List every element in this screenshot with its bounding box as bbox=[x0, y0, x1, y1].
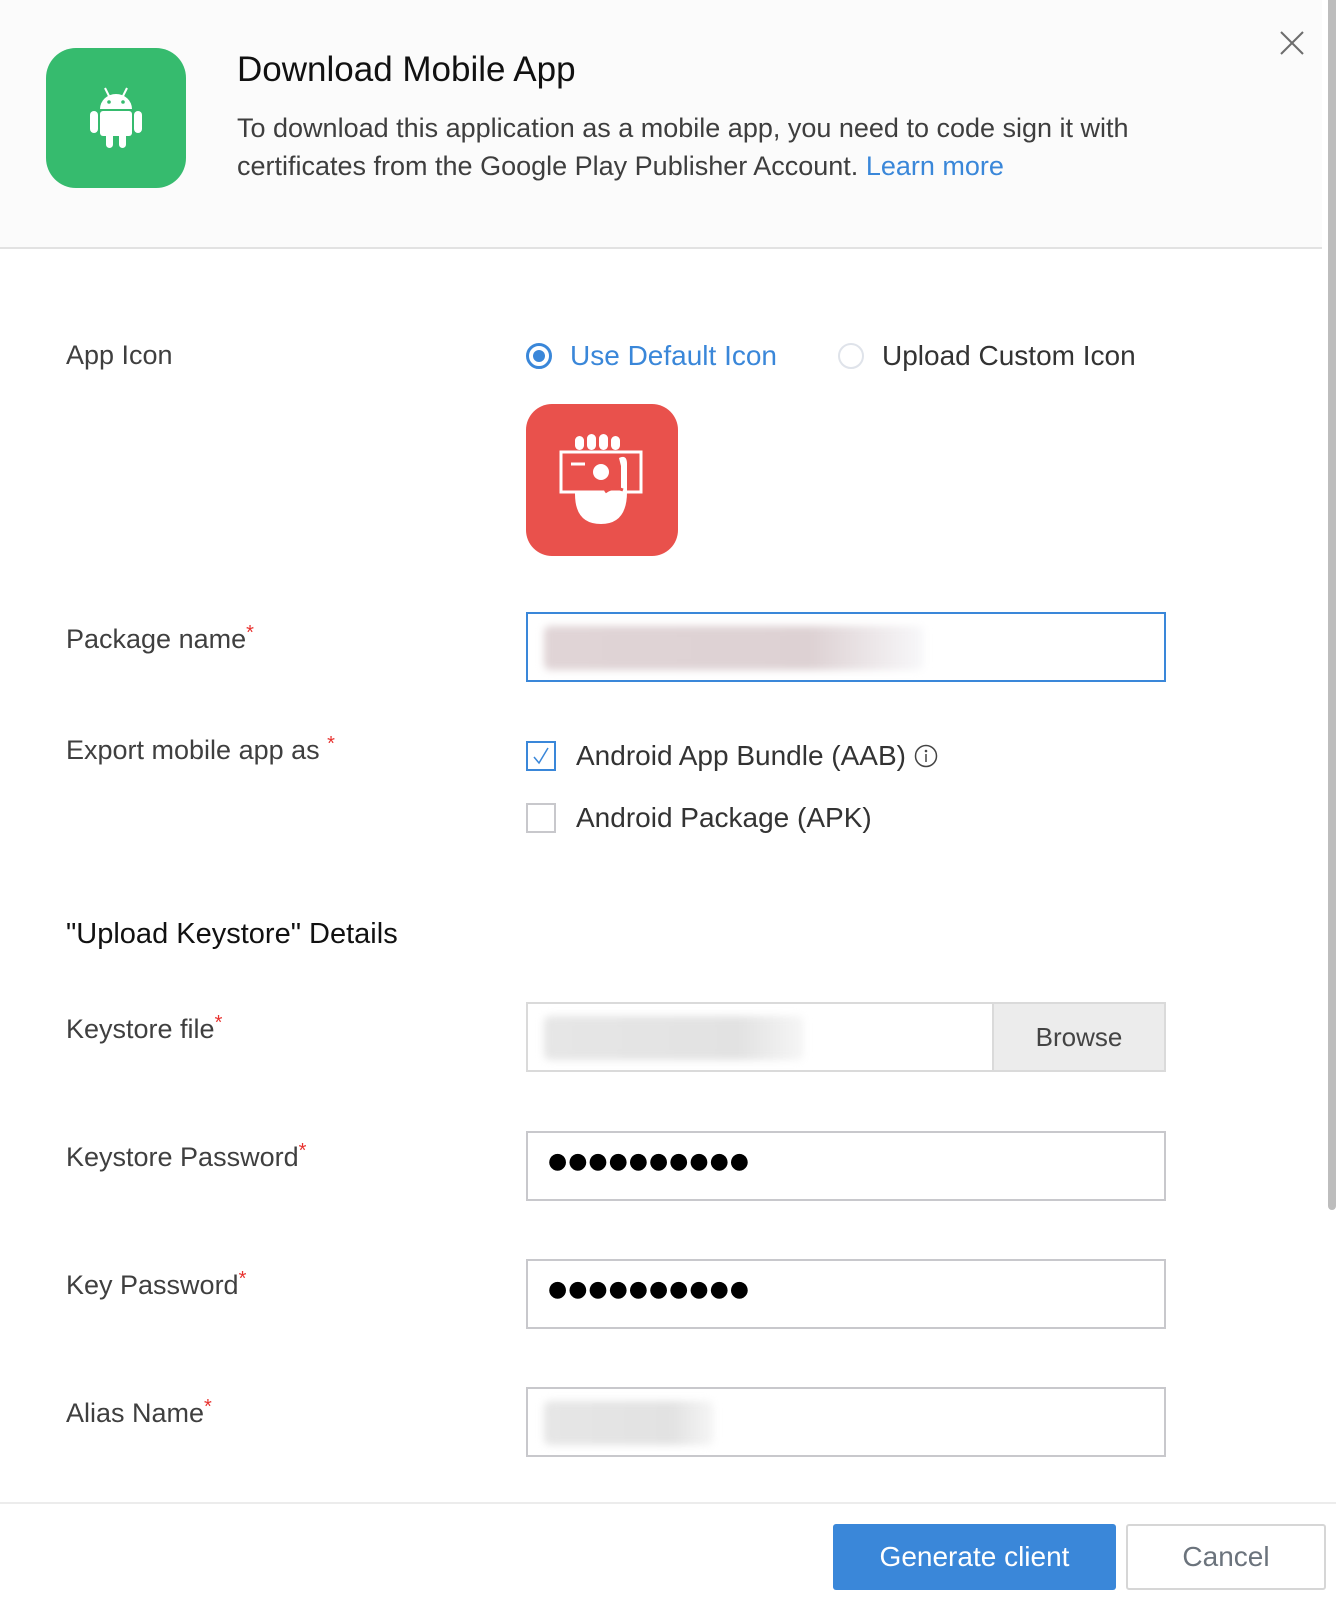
key-password-input[interactable]: ●●●●●●●●●● bbox=[526, 1259, 1166, 1329]
radio-unselected-indicator bbox=[838, 343, 864, 369]
scrollbar[interactable] bbox=[1328, 0, 1336, 1210]
info-icon[interactable] bbox=[914, 744, 938, 768]
cancel-button[interactable]: Cancel bbox=[1126, 1524, 1326, 1590]
radio-selected-indicator bbox=[526, 343, 552, 369]
keystore-file-label-text: Keystore file bbox=[66, 1014, 215, 1044]
required-marker: * bbox=[298, 1140, 307, 1162]
radio-use-default-icon[interactable]: Use Default Icon bbox=[526, 340, 777, 372]
alias-name-input[interactable] bbox=[526, 1387, 1166, 1457]
keystore-password-label: Keystore Password* bbox=[66, 1140, 307, 1173]
package-name-label-text: Package name bbox=[66, 624, 247, 654]
checkbox-unchecked bbox=[526, 803, 556, 833]
checkbox-apk[interactable]: Android Package (APK) bbox=[526, 802, 872, 834]
alias-name-label-text: Alias Name bbox=[66, 1398, 205, 1428]
dialog-description: To download this application as a mobile… bbox=[237, 109, 1137, 185]
hand-holding-money-icon bbox=[559, 434, 643, 524]
required-marker: * bbox=[214, 1012, 223, 1034]
required-marker: * bbox=[246, 622, 254, 644]
footer-divider bbox=[0, 1502, 1336, 1504]
close-button[interactable] bbox=[1277, 28, 1307, 58]
export-label: Export mobile app as * bbox=[66, 733, 335, 766]
checkbox-label: Android Package (APK) bbox=[576, 802, 872, 833]
keystore-file-input[interactable]: Browse bbox=[526, 1002, 1166, 1072]
radio-label: Use Default Icon bbox=[570, 340, 777, 371]
dialog-header: Download Mobile App To download this app… bbox=[0, 0, 1322, 249]
checkbox-label: Android App Bundle (AAB) bbox=[576, 740, 906, 771]
learn-more-link[interactable]: Learn more bbox=[866, 151, 1004, 181]
redacted-value bbox=[544, 1401, 714, 1445]
required-marker: * bbox=[204, 1396, 212, 1418]
export-label-text: Export mobile app as bbox=[66, 735, 320, 765]
android-icon bbox=[46, 48, 186, 188]
browse-button[interactable]: Browse bbox=[992, 1004, 1164, 1070]
radio-label: Upload Custom Icon bbox=[882, 340, 1136, 371]
alias-name-label: Alias Name* bbox=[66, 1396, 212, 1429]
generate-client-button[interactable]: Generate client bbox=[833, 1524, 1116, 1590]
key-password-label-text: Key Password bbox=[66, 1270, 239, 1300]
redacted-value bbox=[544, 1016, 804, 1060]
keystore-section-title: "Upload Keystore" Details bbox=[66, 918, 398, 950]
keystore-password-label-text: Keystore Password bbox=[66, 1142, 299, 1172]
checkbox-aab[interactable]: Android App Bundle (AAB) bbox=[526, 740, 938, 772]
redacted-value bbox=[544, 626, 924, 670]
masked-password: ●●●●●●●●●● bbox=[548, 1149, 750, 1174]
app-icon-preview bbox=[526, 404, 678, 556]
checkbox-checked bbox=[526, 741, 556, 771]
package-name-label: Package name* bbox=[66, 622, 254, 655]
close-icon bbox=[1280, 31, 1304, 55]
dialog-title: Download Mobile App bbox=[237, 50, 576, 89]
checkmark-icon bbox=[533, 747, 549, 765]
masked-password: ●●●●●●●●●● bbox=[548, 1277, 750, 1302]
keystore-file-label: Keystore file* bbox=[66, 1012, 223, 1045]
radio-upload-custom-icon[interactable]: Upload Custom Icon bbox=[838, 340, 1136, 372]
required-marker: * bbox=[327, 733, 335, 755]
required-marker: * bbox=[238, 1268, 247, 1290]
package-name-input[interactable] bbox=[526, 612, 1166, 682]
keystore-password-input[interactable]: ●●●●●●●●●● bbox=[526, 1131, 1166, 1201]
app-icon-label: App Icon bbox=[66, 340, 173, 370]
key-password-label: Key Password* bbox=[66, 1268, 247, 1301]
